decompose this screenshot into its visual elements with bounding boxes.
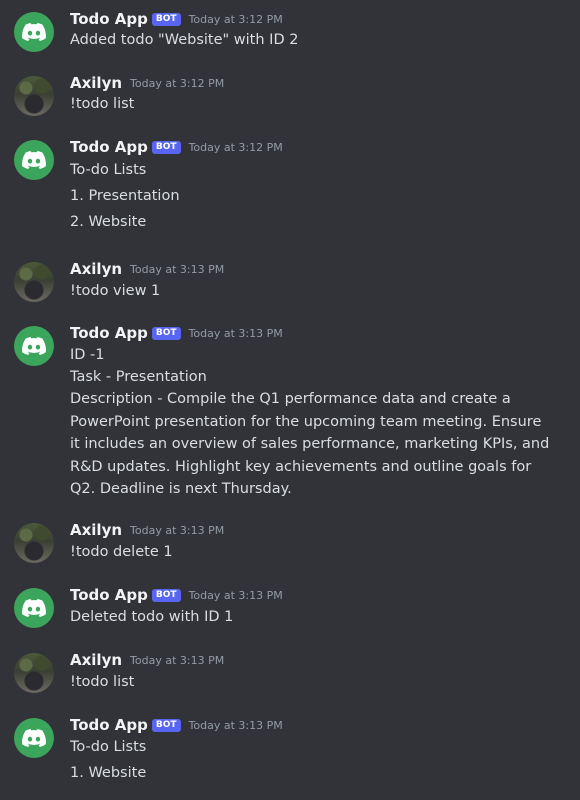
message-text: Task - Presentation xyxy=(70,369,207,385)
bot-avatar[interactable] xyxy=(14,718,54,758)
username[interactable]: Axilyn xyxy=(70,260,122,278)
user-avatar[interactable] xyxy=(14,76,54,116)
username[interactable]: Axilyn xyxy=(70,74,122,92)
list-item: 1. Website xyxy=(70,765,147,781)
message-text: !todo view 1 xyxy=(70,283,161,299)
bot-tag: BOT xyxy=(151,140,181,154)
username[interactable]: Todo App xyxy=(70,716,148,734)
message-text: !todo delete 1 xyxy=(70,544,173,560)
username[interactable]: Todo App xyxy=(70,586,148,604)
bot-avatar[interactable] xyxy=(14,326,54,366)
task-description: Description - Compile the Q1 performance… xyxy=(70,391,550,497)
bot-tag: BOT xyxy=(151,12,181,26)
message-header: Axilyn Today at 3:12 PM xyxy=(70,74,224,92)
bot-avatar[interactable] xyxy=(14,588,54,628)
message-text: Added todo "Website" with ID 2 xyxy=(70,32,299,48)
message-header: Axilyn Today at 3:13 PM xyxy=(70,651,224,669)
message-header: Todo App BOT Today at 3:13 PM xyxy=(70,586,283,604)
user-avatar[interactable] xyxy=(14,523,54,563)
username[interactable]: Todo App xyxy=(70,138,148,156)
discord-icon xyxy=(22,599,46,617)
timestamp: Today at 3:13 PM xyxy=(130,523,225,537)
timestamp: Today at 3:13 PM xyxy=(130,653,225,667)
discord-icon xyxy=(22,729,46,747)
message-text: To-do Lists xyxy=(70,739,147,755)
timestamp: Today at 3:13 PM xyxy=(188,718,283,732)
timestamp: Today at 3:13 PM xyxy=(188,326,283,340)
message-header: Todo App BOT Today at 3:12 PM xyxy=(70,138,283,156)
bot-tag: BOT xyxy=(151,718,181,732)
list-item: 1. Presentation xyxy=(70,188,180,204)
message-text: To-do Lists xyxy=(70,162,147,178)
bot-tag: BOT xyxy=(151,588,181,602)
bot-avatar[interactable] xyxy=(14,12,54,52)
timestamp: Today at 3:13 PM xyxy=(188,588,283,602)
discord-icon xyxy=(22,23,46,41)
message-header: Todo App BOT Today at 3:13 PM xyxy=(70,324,283,342)
user-avatar[interactable] xyxy=(14,262,54,302)
bot-tag: BOT xyxy=(151,326,181,340)
discord-icon xyxy=(22,337,46,355)
username[interactable]: Todo App xyxy=(70,10,148,28)
username[interactable]: Axilyn xyxy=(70,651,122,669)
timestamp: Today at 3:13 PM xyxy=(130,262,225,276)
bot-avatar[interactable] xyxy=(14,140,54,180)
message-header: Todo App BOT Today at 3:12 PM xyxy=(70,10,283,28)
list-item: 2. Website xyxy=(70,214,147,230)
username[interactable]: Todo App xyxy=(70,324,148,342)
message-header: Axilyn Today at 3:13 PM xyxy=(70,521,224,539)
message-header: Todo App BOT Today at 3:13 PM xyxy=(70,716,283,734)
message-text: !todo list xyxy=(70,674,135,690)
message-text: Deleted todo with ID 1 xyxy=(70,609,234,625)
timestamp: Today at 3:12 PM xyxy=(130,76,225,90)
username[interactable]: Axilyn xyxy=(70,521,122,539)
discord-icon xyxy=(22,151,46,169)
message-text: ID -1 xyxy=(70,347,105,363)
message-text: !todo list xyxy=(70,96,135,112)
timestamp: Today at 3:12 PM xyxy=(188,140,283,154)
timestamp: Today at 3:12 PM xyxy=(188,12,283,26)
message-header: Axilyn Today at 3:13 PM xyxy=(70,260,224,278)
user-avatar[interactable] xyxy=(14,653,54,693)
